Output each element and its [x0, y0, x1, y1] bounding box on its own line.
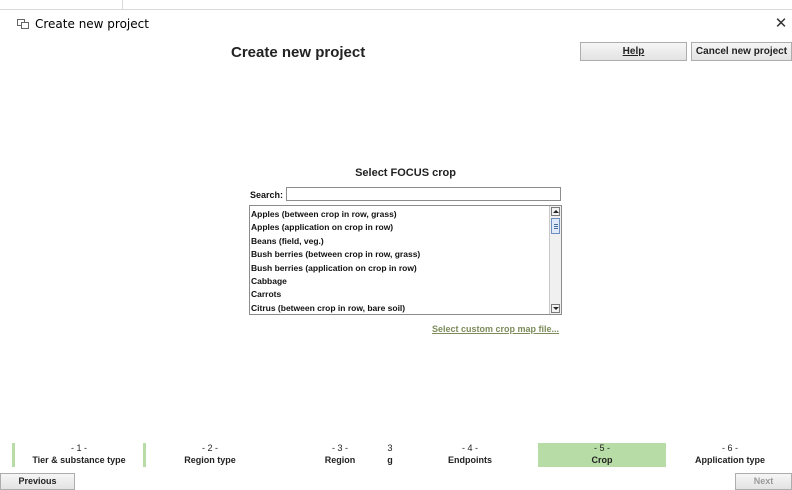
step-truncated[interactable]: 3 g: [383, 443, 397, 467]
search-label: Search:: [250, 190, 284, 200]
title-bar: Create new project ✕: [0, 10, 792, 38]
help-button[interactable]: Help: [580, 42, 687, 61]
wizard-steps: - 1 - Tier & substance type - 2 - Region…: [0, 443, 792, 467]
list-scrollbar[interactable]: [549, 206, 561, 314]
list-item[interactable]: Apples (between crop in row, grass): [251, 208, 548, 221]
step-number: - 5 -: [593, 443, 610, 453]
step-label: Application type: [694, 455, 765, 465]
scroll-up-icon[interactable]: [551, 207, 560, 216]
step-label: Region type: [184, 455, 236, 465]
scroll-down-icon[interactable]: [551, 304, 560, 313]
grip-line: [554, 224, 558, 225]
custom-crop-map-link[interactable]: Select custom crop map file...: [432, 324, 559, 334]
window-top-edge: [0, 0, 792, 10]
step-number: - 2 -: [201, 443, 218, 453]
close-icon[interactable]: ✕: [773, 15, 789, 31]
list-item[interactable]: Bush berries (between crop in row, grass…: [251, 248, 548, 261]
list-item[interactable]: Beans (field, veg.): [251, 235, 548, 248]
cancel-new-project-button[interactable]: Cancel new project: [691, 42, 792, 61]
list-item[interactable]: Bush berries (application on crop in row…: [251, 262, 548, 275]
window-title: Create new project: [35, 17, 149, 31]
help-button-label: Help: [622, 46, 645, 57]
list-item[interactable]: Apples (application on crop in row): [251, 221, 548, 234]
crop-list[interactable]: Apples (between crop in row, grass) Appl…: [249, 205, 562, 315]
step-label: Endpoints: [448, 455, 492, 465]
crop-list-items: Apples (between crop in row, grass) Appl…: [251, 208, 548, 314]
crop-selector-title: Select FOCUS crop: [355, 167, 456, 179]
step-number: 3: [387, 443, 393, 453]
edge-tick: [122, 0, 123, 9]
step-label: Crop: [591, 455, 613, 465]
step-crop[interactable]: - 5 - Crop: [538, 443, 666, 467]
previous-button[interactable]: Previous: [0, 473, 75, 490]
next-button[interactable]: Next: [735, 473, 792, 490]
scroll-thumb[interactable]: [551, 218, 560, 234]
list-item[interactable]: Citrus (between crop in row, bare soil): [251, 302, 548, 314]
grip-line: [554, 226, 558, 227]
step-endpoints[interactable]: - 4 - Endpoints: [405, 443, 535, 467]
step-number: - 1 -: [70, 443, 87, 453]
step-tier-substance[interactable]: - 1 - Tier & substance type: [15, 443, 143, 467]
step-label: Tier & substance type: [32, 455, 126, 465]
page-title: Create new project: [231, 44, 366, 61]
list-item[interactable]: Carrots: [251, 288, 548, 301]
grip-line: [554, 228, 558, 229]
step-label: g: [387, 455, 393, 465]
step-region-type[interactable]: - 2 - Region type: [146, 443, 274, 467]
list-item[interactable]: Cabbage: [251, 275, 548, 288]
app-window-icon: [17, 19, 29, 29]
step-number: - 4 -: [461, 443, 478, 453]
step-number: - 6 -: [721, 443, 738, 453]
step-application-type[interactable]: - 6 - Application type: [668, 443, 792, 467]
search-input[interactable]: [286, 187, 561, 201]
